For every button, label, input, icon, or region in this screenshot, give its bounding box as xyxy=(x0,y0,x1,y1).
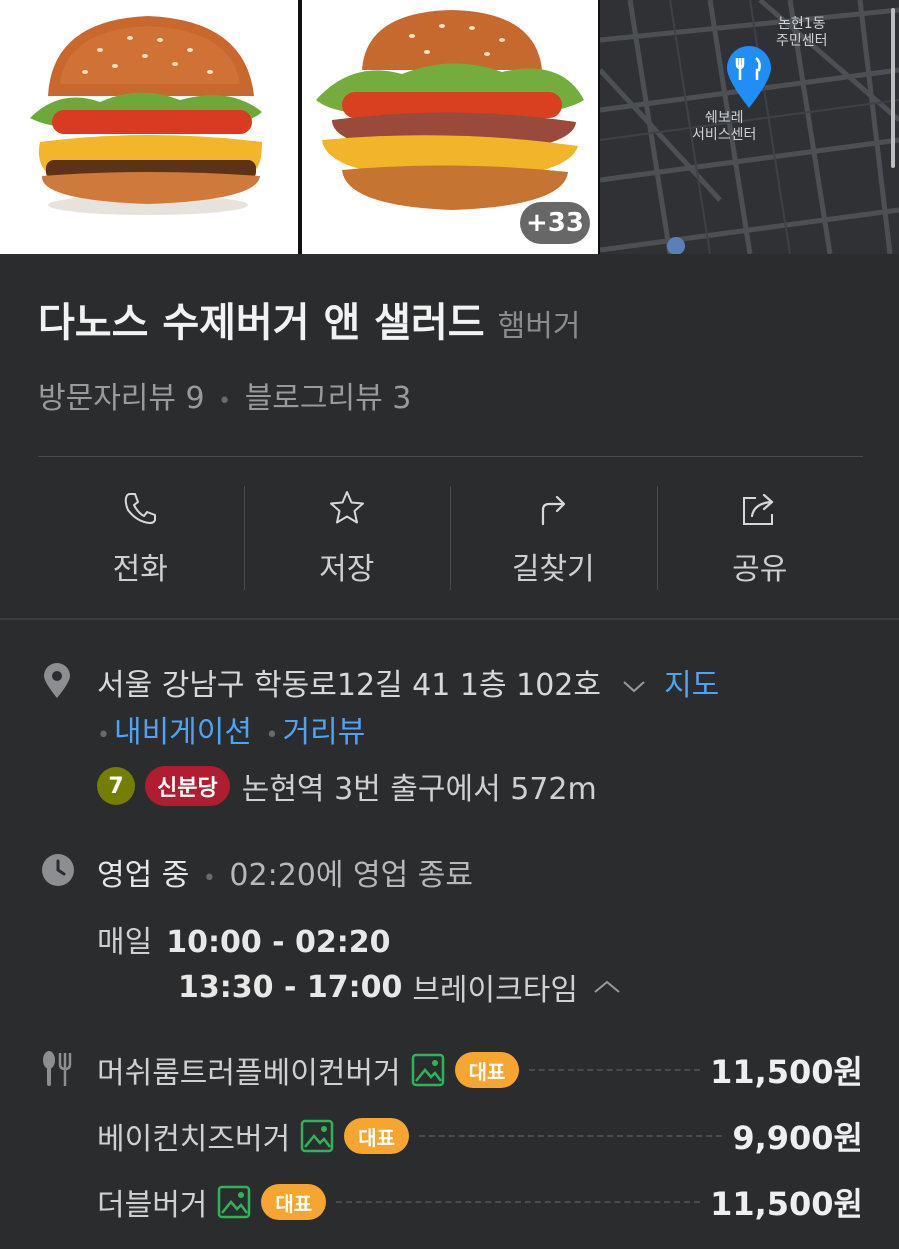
map-scrollbar xyxy=(891,8,895,168)
save-button[interactable]: 저장 xyxy=(243,480,451,592)
fork-knife-icon xyxy=(43,1051,72,1086)
place-name: 다노스 수제버거 앤 샐러드 xyxy=(38,300,485,346)
shinbundang-badge: 신분당 xyxy=(145,766,230,806)
hours-break[interactable]: 13:30 - 17:00 브레이크타임 xyxy=(178,965,624,1009)
menu-item-name: 더블버거 xyxy=(97,1188,208,1223)
location-icon xyxy=(44,663,70,698)
subway-info: 7 신분당 논현역 3번 출구에서 572m xyxy=(97,764,597,808)
open-status: 영업 중 xyxy=(97,858,190,893)
menu-item[interactable]: 머쉬룸트러플베이컨버거 대표 11,500원 xyxy=(97,1046,863,1094)
section-divider xyxy=(0,618,899,620)
star-icon xyxy=(329,491,364,524)
call-button[interactable]: 전화 xyxy=(37,480,244,592)
menu-item[interactable]: 베이컨치즈버거 대표 9,900원 xyxy=(97,1112,863,1160)
directions-icon xyxy=(542,495,566,526)
more-photos-badge[interactable]: +33 xyxy=(520,202,590,244)
address-links: • 내비게이션 • 거리뷰 xyxy=(93,707,365,751)
visitor-review-link[interactable]: 방문자리뷰 9 xyxy=(38,381,205,416)
menu-item-name: 베이컨치즈버거 xyxy=(97,1122,291,1157)
directions-button[interactable]: 길찾기 xyxy=(450,480,657,592)
closing-time: 02:20에 영업 종료 xyxy=(229,858,473,893)
break-label: 브레이크타임 xyxy=(412,973,578,1008)
station-distance: 논현역 3번 출구에서 572m xyxy=(241,772,597,807)
business-status: 영업 중 • 02:20에 영업 종료 xyxy=(97,850,473,894)
chevron-up-icon[interactable] xyxy=(590,976,624,998)
burger-photo-1[interactable] xyxy=(0,0,298,254)
photo-icon xyxy=(218,1185,251,1219)
photo-strip: +33 논현1동 주민센터 쉐보레 서비스센터 xyxy=(0,0,899,254)
dotted-leader xyxy=(529,1069,701,1071)
signature-badge: 대표 xyxy=(261,1184,327,1220)
chevron-down-icon[interactable] xyxy=(619,677,649,697)
address-row: 서울 강남구 학동로12길 41 1층 102호 지도 xyxy=(97,660,719,704)
menu-item[interactable]: 더블버거 대표 11,500원 xyxy=(97,1178,863,1226)
photo-icon xyxy=(300,1119,334,1153)
review-summary: 방문자리뷰 9 • 블로그리뷰 3 xyxy=(38,373,411,417)
share-label: 공유 xyxy=(732,552,788,587)
separator-dot: • xyxy=(265,723,279,748)
share-button[interactable]: 공유 xyxy=(656,480,864,592)
dotted-leader xyxy=(336,1201,701,1203)
separator-dot: • xyxy=(97,723,110,748)
menu-item-price: 9,900원 xyxy=(732,1119,863,1157)
action-bar: 전화 저장 길찾기 공유 xyxy=(37,480,863,592)
menu-item-price: 11,500원 xyxy=(710,1185,863,1223)
clock-icon xyxy=(42,854,74,886)
location-pin-icon xyxy=(727,46,771,108)
signature-badge: 대표 xyxy=(344,1118,410,1154)
place-header: 다노스 수제버거 앤 샐러드 햄버거 xyxy=(38,290,580,348)
divider xyxy=(38,456,863,457)
signature-badge: 대표 xyxy=(454,1052,520,1088)
hours-time: 10:00 - 02:20 xyxy=(166,925,391,960)
phone-icon xyxy=(125,493,157,524)
map-label-service-center: 쉐보레 서비스센터 xyxy=(692,110,757,143)
hours-daily: 매일 10:00 - 02:20 xyxy=(97,917,391,961)
separator-dot: • xyxy=(218,389,232,414)
directions-label: 길찾기 xyxy=(511,552,595,587)
menu-item-name: 머쉬룸트러플베이컨버거 xyxy=(97,1056,401,1091)
navigation-link[interactable]: 내비게이션 xyxy=(114,715,252,750)
place-category: 햄버거 xyxy=(497,309,581,344)
map-link[interactable]: 지도 xyxy=(664,668,719,703)
burger-photo-2[interactable]: +33 xyxy=(302,0,598,254)
share-icon xyxy=(742,493,773,525)
map-label-community-center: 논현1동 주민센터 xyxy=(776,16,828,49)
break-time: 13:30 - 17:00 xyxy=(178,969,403,1005)
separator-dot: • xyxy=(202,866,216,891)
map-thumbnail[interactable]: 논현1동 주민센터 쉐보레 서비스센터 xyxy=(600,0,899,254)
photo-icon xyxy=(411,1053,444,1087)
hours-day: 매일 xyxy=(97,925,153,960)
street-view-link[interactable]: 거리뷰 xyxy=(283,715,366,750)
save-label: 저장 xyxy=(319,552,375,587)
address-text: 서울 강남구 학동로12길 41 1층 102호 xyxy=(97,668,601,703)
menu-item-price: 11,500원 xyxy=(710,1053,863,1091)
call-label: 전화 xyxy=(112,552,168,587)
blog-review-link[interactable]: 블로그리뷰 3 xyxy=(245,381,412,416)
line-7-badge: 7 xyxy=(97,767,135,805)
dotted-leader xyxy=(419,1135,723,1137)
